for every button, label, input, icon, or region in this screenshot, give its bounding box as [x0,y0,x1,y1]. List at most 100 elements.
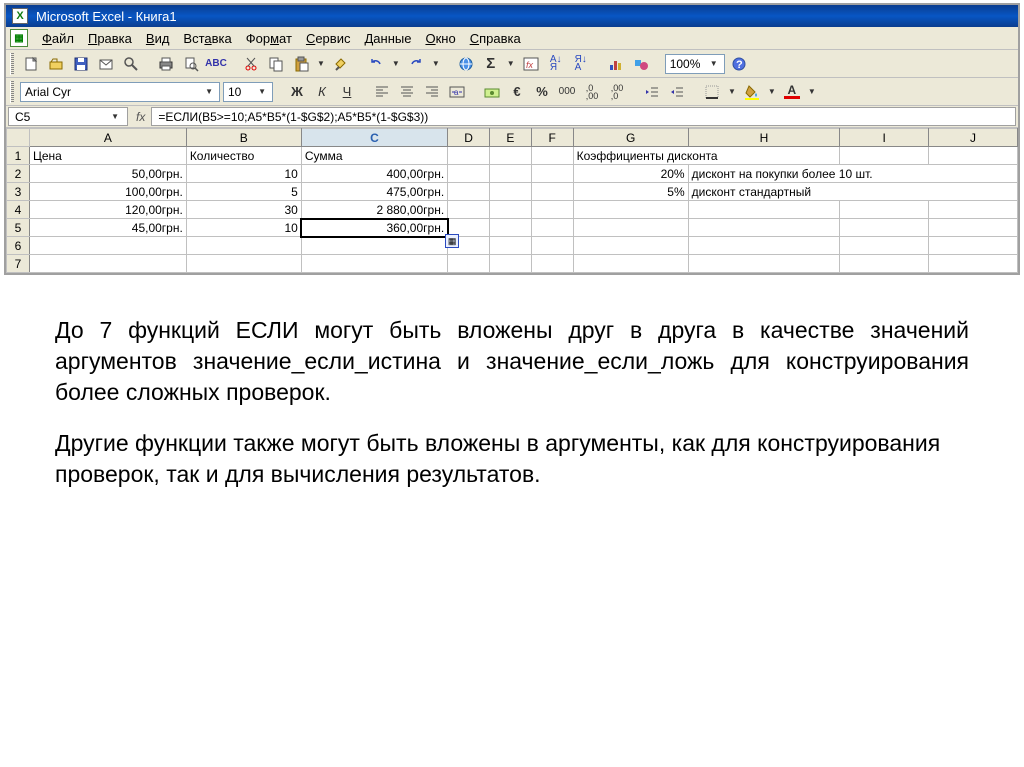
cell-A4[interactable]: 120,00грн. [30,201,187,219]
cell-F3[interactable] [531,183,573,201]
undo-dropdown[interactable]: ▼ [390,59,402,68]
align-right-icon[interactable] [421,81,443,103]
row-header-2[interactable]: 2 [7,165,30,183]
cell-B2[interactable]: 10 [186,165,301,183]
redo-dropdown[interactable]: ▼ [430,59,442,68]
row-header-4[interactable]: 4 [7,201,30,219]
col-header-H[interactable]: H [688,129,840,147]
copy-icon[interactable] [265,53,287,75]
cell-C2[interactable]: 400,00грн. [301,165,447,183]
font-color-dropdown[interactable]: ▼ [806,87,818,96]
function-wizard-icon[interactable]: fx [520,53,542,75]
borders-dropdown[interactable]: ▼ [726,87,738,96]
toolbar-handle[interactable] [10,53,14,75]
spreadsheet-grid[interactable]: A B C D E F G H I J 1 Цена Количество Су… [6,128,1018,273]
cell-I4[interactable] [840,201,929,219]
cell-B5[interactable]: 10 [186,219,301,237]
currency-icon[interactable] [481,81,503,103]
col-header-C[interactable]: C [301,129,447,147]
cell-B4[interactable]: 30 [186,201,301,219]
formula-input[interactable]: =ЕСЛИ(B5>=10;A5*B5*(1-$G$2);A5*B5*(1-$G$… [151,107,1016,126]
fill-color-icon[interactable] [741,81,763,103]
chart-wizard-icon[interactable] [605,53,627,75]
cell-J5[interactable] [929,219,1018,237]
cell-H6[interactable] [688,237,840,255]
row-header-6[interactable]: 6 [7,237,30,255]
cell-H3[interactable]: дисконт стандартный [688,183,1017,201]
cell-A1[interactable]: Цена [30,147,187,165]
fx-label[interactable]: fx [130,106,151,127]
cell-E5[interactable] [489,219,531,237]
cell-F4[interactable] [531,201,573,219]
cell-J6[interactable] [929,237,1018,255]
format-painter-icon[interactable] [330,53,352,75]
col-header-D[interactable]: D [448,129,490,147]
cell-F2[interactable] [531,165,573,183]
cell-C3[interactable]: 475,00грн. [301,183,447,201]
cell-G2[interactable]: 20% [573,165,688,183]
col-header-F[interactable]: F [531,129,573,147]
cell-I1[interactable] [840,147,929,165]
cell-A5[interactable]: 45,00грн. [30,219,187,237]
cell-A2[interactable]: 50,00грн. [30,165,187,183]
undo-icon[interactable] [365,53,387,75]
cell-H7[interactable] [688,255,840,273]
cell-D3[interactable] [448,183,490,201]
menu-insert[interactable]: ВставкаВставка [183,31,231,46]
fill-color-dropdown[interactable]: ▼ [766,87,778,96]
toolbar-handle[interactable] [10,81,14,103]
cell-C1[interactable]: Сумма [301,147,447,165]
open-icon[interactable] [45,53,67,75]
print-icon[interactable] [155,53,177,75]
cell-G7[interactable] [573,255,688,273]
cell-J1[interactable] [929,147,1018,165]
cell-F5[interactable] [531,219,573,237]
cell-H2[interactable]: дисконт на покупки более 10 шт. [688,165,1017,183]
menu-window[interactable]: ОкноОкно [425,31,455,46]
document-icon[interactable]: ▦ [10,29,28,47]
search-icon[interactable] [120,53,142,75]
cell-G3[interactable]: 5% [573,183,688,201]
cell-E6[interactable] [489,237,531,255]
help-icon[interactable]: ? [728,53,750,75]
redo-icon[interactable] [405,53,427,75]
cell-B1[interactable]: Количество [186,147,301,165]
cell-A7[interactable] [30,255,187,273]
paste-options-icon[interactable]: ▦ [445,234,459,248]
increase-decimal-icon[interactable]: ,0,00 [581,81,603,103]
autosum-dropdown[interactable]: ▼ [505,59,517,68]
cell-D2[interactable] [448,165,490,183]
cell-H4[interactable] [688,201,840,219]
cell-E2[interactable] [489,165,531,183]
cell-I6[interactable] [840,237,929,255]
thousands-icon[interactable]: 000 [556,81,578,103]
spelling-icon[interactable]: ABC [205,53,227,75]
font-size-combo[interactable]: 10 ▼ [223,82,273,102]
cell-C7[interactable] [301,255,447,273]
row-header-5[interactable]: 5 [7,219,30,237]
menu-service[interactable]: СервисСервис [306,31,351,46]
cell-A6[interactable] [30,237,187,255]
sort-desc-icon[interactable]: Я↓А [570,53,592,75]
cell-F6[interactable] [531,237,573,255]
col-header-B[interactable]: B [186,129,301,147]
hyperlink-icon[interactable] [455,53,477,75]
drawing-icon[interactable] [630,53,652,75]
cell-B6[interactable] [186,237,301,255]
cell-G1[interactable]: Коэффициенты дисконта [573,147,840,165]
menu-format[interactable]: ФорматФормат [246,31,292,46]
cell-I5[interactable] [840,219,929,237]
cell-E1[interactable] [489,147,531,165]
cell-G5[interactable] [573,219,688,237]
print-preview-icon[interactable] [180,53,202,75]
select-all-corner[interactable] [7,129,30,147]
zoom-combo[interactable]: 100%▼ [665,54,725,74]
cell-E3[interactable] [489,183,531,201]
save-icon[interactable] [70,53,92,75]
decrease-decimal-icon[interactable]: ,00,0 [606,81,628,103]
cell-E7[interactable] [489,255,531,273]
menu-edit[interactable]: ПравкаПравка [88,31,132,46]
bold-button[interactable]: Ж [286,81,308,103]
cell-B7[interactable] [186,255,301,273]
cell-D7[interactable] [448,255,490,273]
